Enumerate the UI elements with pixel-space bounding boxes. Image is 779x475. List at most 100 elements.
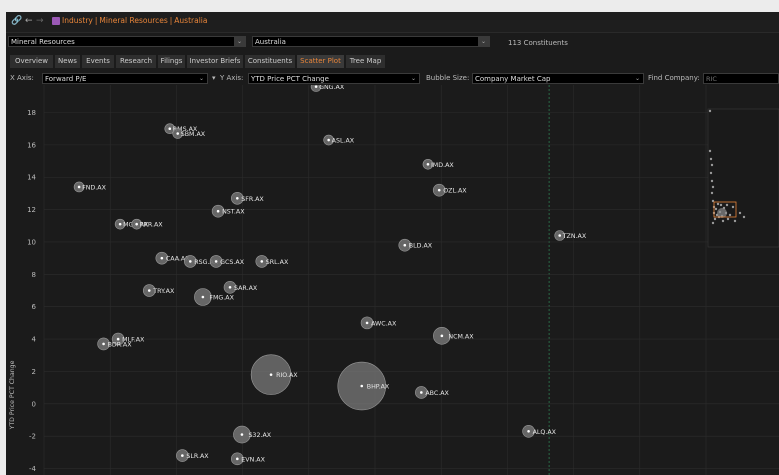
- bubble-center-dot: [558, 234, 561, 237]
- point-label: RIO.AX: [276, 372, 298, 379]
- minimap-point: [714, 207, 718, 211]
- bubble-size-select-value: Company Market Cap: [475, 75, 551, 83]
- tab-research[interactable]: Research: [116, 55, 156, 68]
- data-point[interactable]: ASL.AX: [323, 134, 355, 146]
- chevron-down-icon[interactable]: ⌄: [234, 37, 245, 46]
- point-label: ABC.AX: [425, 390, 449, 397]
- bubble-center-dot: [236, 457, 239, 461]
- app-window: 🔗 ← → Industry | Mineral Resources | Austral…: [6, 12, 779, 475]
- industry-select-value: Mineral Resources: [11, 38, 75, 46]
- data-point[interactable]: BHP.AX: [337, 361, 390, 411]
- x-axis-select[interactable]: Forward P/E ⌄: [42, 73, 208, 84]
- y-axis-select-value: YTD Price PCT Change: [251, 75, 329, 83]
- chevron-down-icon[interactable]: ⌄: [478, 37, 489, 46]
- breadcrumb-item[interactable]: Mineral Resources: [99, 16, 167, 25]
- bubble-center-dot: [440, 334, 444, 338]
- data-point[interactable]: ABC.AX: [415, 386, 450, 399]
- data-point[interactable]: PRR.AX: [131, 218, 164, 230]
- point-label: NST.AX: [222, 209, 245, 216]
- breadcrumb-item[interactable]: Australia: [174, 16, 207, 25]
- minimap-point: [716, 202, 720, 206]
- tab-events[interactable]: Events: [82, 55, 114, 68]
- back-arrow-icon[interactable]: ←: [25, 16, 33, 26]
- point-label: PRR.AX: [140, 222, 164, 229]
- tab-investor-briefs[interactable]: Investor Briefs: [187, 55, 243, 68]
- tab-news[interactable]: News: [55, 55, 80, 68]
- bubble-center-dot: [240, 433, 244, 436]
- minimap-point: [719, 203, 723, 207]
- point-label: ALQ.AX: [533, 429, 557, 436]
- country-select[interactable]: Australia ⌄: [252, 36, 490, 47]
- point-label: SBM.AX: [181, 131, 206, 138]
- data-point[interactable]: ALQ.AX: [522, 425, 557, 438]
- point-label: GCS.AX: [220, 259, 245, 266]
- find-company-label: Find Company:: [648, 74, 700, 82]
- minimap-point: [717, 208, 727, 218]
- bubble-center-dot: [527, 430, 530, 433]
- minimap-point: [709, 171, 713, 175]
- chevron-down-icon[interactable]: ⌄: [196, 74, 207, 83]
- data-point[interactable]: SLR.AX: [176, 449, 209, 462]
- bubble-center-dot: [147, 289, 151, 292]
- title-bar: 🔗 ← → Industry | Mineral Resources | Austral…: [6, 12, 779, 33]
- point-label: SFR.AX: [241, 196, 264, 203]
- minimap-point: [713, 217, 717, 221]
- scatter-plot-area[interactable]: -4 -2 0 2 4 6 8 10 12 14 16 18 YTD Price PCT Change G…: [6, 68, 779, 475]
- tab-scatter-plot[interactable]: Scatter Plot: [297, 55, 344, 68]
- dropdown-arrow-icon: ▾: [212, 74, 216, 82]
- point-label: OZL.AX: [443, 188, 467, 195]
- point-label: SRL.AX: [266, 259, 289, 266]
- bubble-center-dot: [77, 185, 81, 189]
- breadcrumb: Industry | Mineral Resources | Australia: [62, 16, 208, 25]
- data-point[interactable]: OZL.AX: [432, 183, 467, 197]
- data-point[interactable]: TRY.AX: [142, 284, 175, 297]
- y-tick-label: 12: [27, 206, 36, 214]
- chevron-down-icon[interactable]: ⌄: [632, 74, 643, 83]
- y-axis-select[interactable]: YTD Price PCT Change ⌄: [248, 73, 420, 84]
- data-point[interactable]: NCM.AX: [433, 327, 474, 345]
- data-point[interactable]: GNG.AX: [310, 81, 345, 92]
- point-label: BHP.AX: [367, 383, 390, 390]
- data-point[interactable]: S32.AX: [233, 425, 272, 444]
- minimap-point: [711, 185, 715, 189]
- data-point[interactable]: NST.AX: [211, 204, 245, 218]
- bubble-center-dot: [201, 295, 205, 299]
- scatter-chart[interactable]: -4 -2 0 2 4 6 8 10 12 14 16 18 YTD Price PCT Change G…: [6, 68, 779, 475]
- data-point[interactable]: TZN.AX: [554, 230, 587, 241]
- data-point[interactable]: IMD.AX: [422, 158, 454, 170]
- minimap-point: [728, 213, 732, 217]
- data-point[interactable]: FND.AX: [73, 181, 107, 193]
- tab-tree-map[interactable]: Tree Map: [346, 55, 385, 68]
- point-label: TZN.AX: [562, 233, 587, 240]
- bubble-center-dot: [102, 342, 105, 346]
- data-point[interactable]: AWC.AX: [360, 316, 397, 330]
- data-point[interactable]: RIO.AX: [250, 354, 298, 395]
- data-point[interactable]: SAR.AX: [223, 280, 258, 294]
- find-company-input[interactable]: [703, 73, 779, 84]
- bubble-size-select[interactable]: Company Market Cap ⌄: [472, 73, 644, 84]
- data-point[interactable]: SFR.AX: [231, 191, 264, 205]
- data-point[interactable]: EVN.AX: [231, 452, 266, 466]
- chevron-down-icon[interactable]: ⌄: [408, 74, 419, 83]
- bubble-center-dot: [426, 162, 430, 166]
- tab-filings[interactable]: Filings: [158, 55, 185, 68]
- bubble-center-dot: [403, 243, 407, 247]
- minimap-point: [742, 215, 746, 219]
- industry-select[interactable]: Mineral Resources ⌄: [8, 36, 246, 47]
- data-point[interactable]: BLD.AX: [398, 238, 433, 252]
- y-tick-label: -4: [29, 465, 37, 473]
- breadcrumb-item[interactable]: Industry: [62, 16, 93, 25]
- data-point[interactable]: SRL.AX: [255, 255, 289, 268]
- point-label: EVN.AX: [241, 456, 265, 463]
- minimap-point: [731, 205, 735, 209]
- bubble-size-label: Bubble Size:: [426, 74, 470, 82]
- bubble-center-dot: [314, 85, 318, 88]
- point-label: AWC.AX: [371, 320, 397, 327]
- bubble-center-dot: [189, 260, 192, 263]
- minimap-point: [709, 157, 713, 161]
- tab-overview[interactable]: Overview: [10, 55, 53, 68]
- tab-constituents[interactable]: Constituents: [245, 55, 295, 68]
- link-icon[interactable]: 🔗: [11, 16, 22, 26]
- data-point[interactable]: GCS.AX: [209, 255, 245, 268]
- forward-arrow-icon[interactable]: →: [36, 16, 44, 26]
